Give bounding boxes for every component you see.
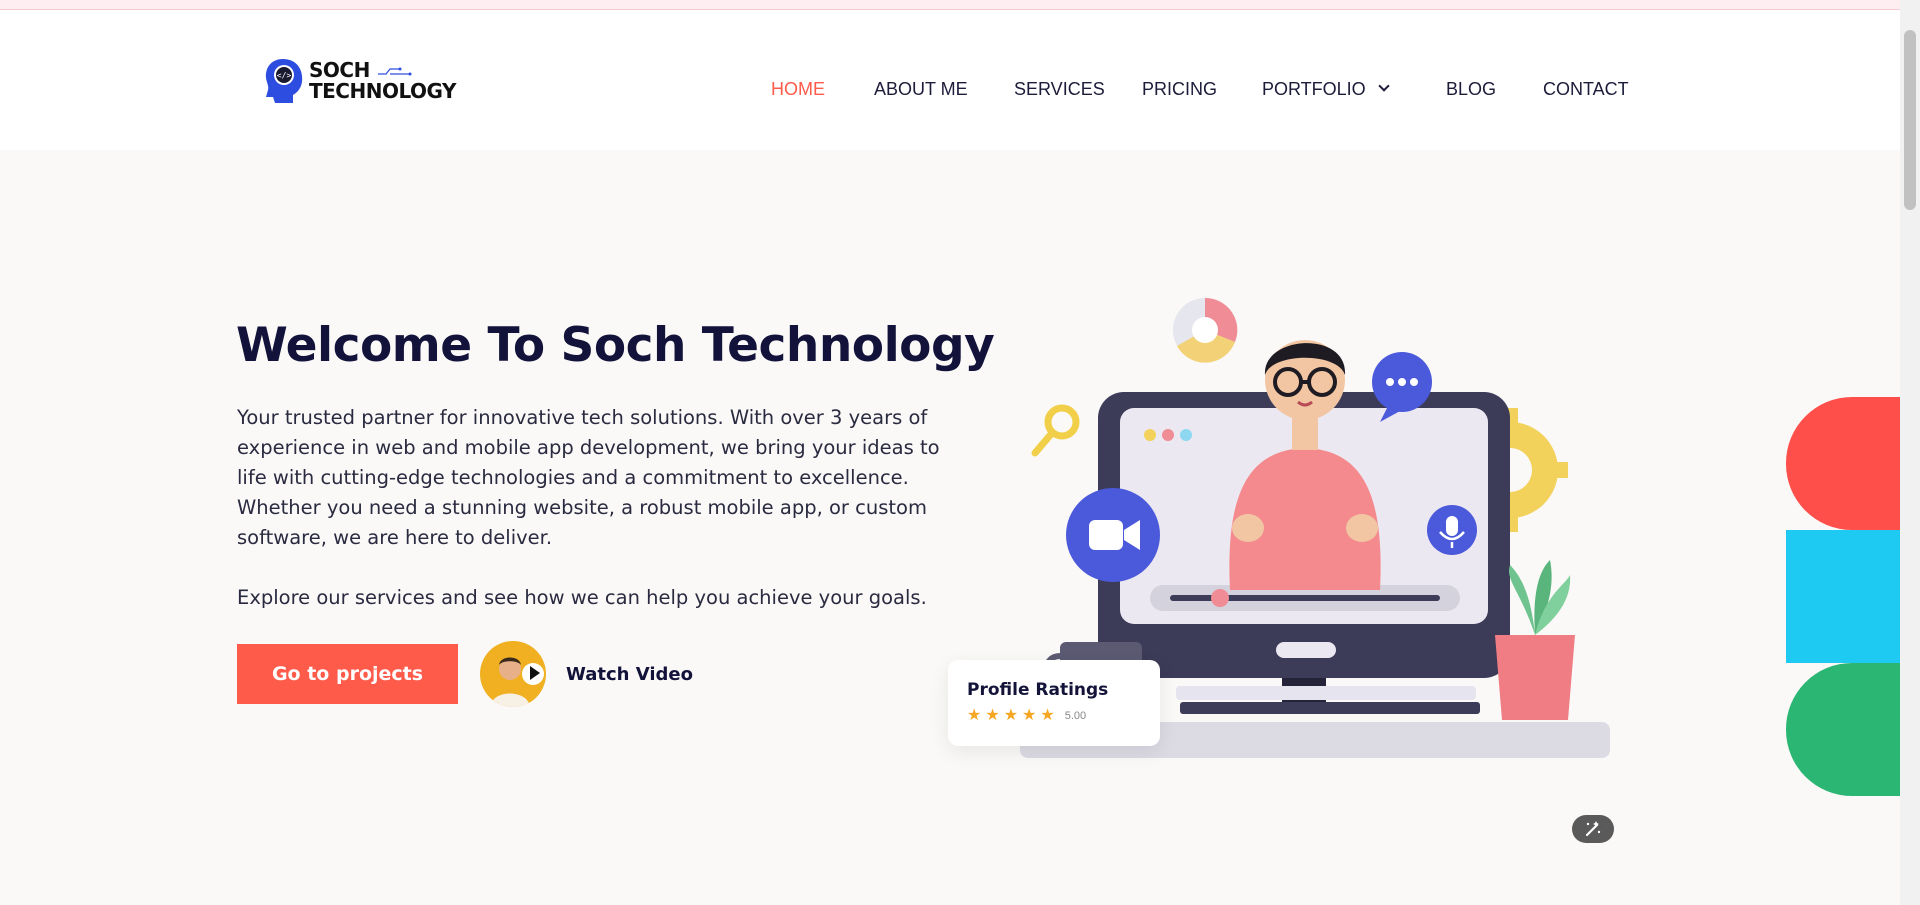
- decor-shape-cyan: [1786, 530, 1900, 663]
- head-code-icon: </>: [263, 57, 305, 105]
- hero-title: Welcome To Soch Technology: [236, 318, 995, 373]
- watch-video-button[interactable]: Watch Video: [480, 640, 693, 708]
- hero-paragraph-secondary: Explore our services and see how we can …: [237, 586, 927, 609]
- decor-shape-green: [1786, 663, 1900, 796]
- donut-chart-icon: [1173, 297, 1238, 363]
- magnifier-icon: [1031, 404, 1080, 457]
- vertical-scrollbar[interactable]: [1900, 0, 1920, 905]
- magic-wand-button[interactable]: [1572, 815, 1614, 843]
- site-header: </> SOCH TECHNOLOGY HOME ABOUT ME SERVIC…: [0, 10, 1900, 150]
- circuit-icon: [378, 67, 412, 75]
- keyboard-icon: [1176, 686, 1480, 714]
- decor-shape-red: [1786, 397, 1900, 530]
- logo-wordmark: SOCH TECHNOLOGY: [309, 60, 456, 102]
- nav-item-portfolio-label: PORTFOLIO: [1262, 79, 1366, 99]
- nav-item-home[interactable]: HOME: [771, 79, 825, 100]
- nav-item-about-me[interactable]: ABOUT ME: [874, 79, 968, 100]
- nav-item-services[interactable]: SERVICES: [1014, 79, 1105, 100]
- nav-item-portfolio[interactable]: PORTFOLIO: [1262, 79, 1390, 100]
- star-icon: ★: [1022, 707, 1037, 724]
- presenter-avatar: [480, 641, 546, 707]
- svg-text:</>: </>: [277, 71, 292, 80]
- nav-item-contact[interactable]: CONTACT: [1543, 79, 1629, 100]
- microphone-icon: [1427, 505, 1477, 555]
- watch-video-label: Watch Video: [566, 663, 693, 685]
- logo[interactable]: </> SOCH TECHNOLOGY: [263, 52, 473, 110]
- logo-line2: TECHNOLOGY: [309, 79, 456, 103]
- nav-item-pricing[interactable]: PRICING: [1142, 79, 1217, 100]
- rating-stars: ★ ★ ★ ★ ★ 5.00: [967, 708, 1160, 724]
- play-icon: [530, 666, 540, 680]
- go-to-projects-button[interactable]: Go to projects: [237, 644, 458, 704]
- star-icon: ★: [985, 707, 1000, 724]
- star-icon: ★: [1040, 707, 1055, 724]
- star-icon: ★: [967, 707, 982, 724]
- magic-wand-icon: [1585, 821, 1601, 837]
- nav-item-blog[interactable]: BLOG: [1446, 79, 1496, 100]
- profile-ratings-card: Profile Ratings ★ ★ ★ ★ ★ 5.00: [948, 660, 1160, 746]
- top-strip: [0, 0, 1900, 10]
- rating-title: Profile Ratings: [967, 680, 1109, 700]
- chevron-down-icon: [1378, 80, 1390, 92]
- scrollbar-thumb[interactable]: [1904, 30, 1916, 210]
- hero-paragraph: Your trusted partner for innovative tech…: [237, 406, 940, 549]
- rating-value: 5.00: [1064, 710, 1087, 722]
- star-icon: ★: [1003, 707, 1019, 724]
- video-camera-icon: [1066, 488, 1160, 582]
